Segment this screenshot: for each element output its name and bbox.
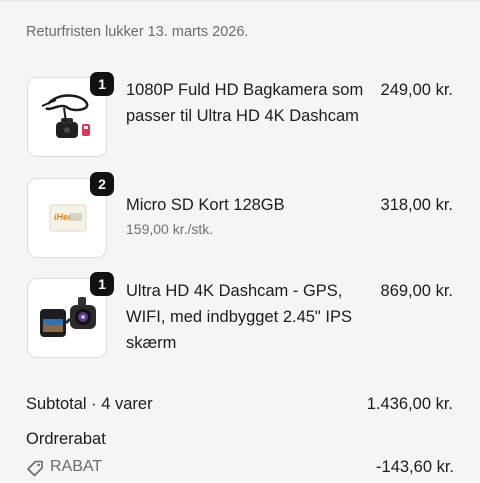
product-title: Micro SD Kort 128GB <box>126 196 285 214</box>
subtotal-label: Subtotal · 4 varer <box>26 395 153 413</box>
quantity-badge: 1 <box>90 72 114 96</box>
subtotal-value: 1.436,00 kr. <box>366 395 453 413</box>
return-deadline-note: Returfristen lukker 13. marts 2026. <box>26 24 249 40</box>
line-price: 869,00 kr. <box>380 282 453 300</box>
quantity-badge: 1 <box>90 272 114 296</box>
discount-row: RABAT -143,60 kr. <box>26 458 454 480</box>
product-title: 1080P Fuld HD Bagkamera som passer til U… <box>126 81 364 125</box>
line-price: 249,00 kr. <box>380 81 453 99</box>
unit-price: 159,00 kr./stk. <box>126 221 214 237</box>
quantity-badge: 2 <box>90 172 114 196</box>
order-discount-label: Ordrerabat <box>26 430 106 448</box>
order-summary-panel: Returfristen lukker 13. marts 2026. 1 10… <box>0 0 480 481</box>
product-title: Ultra HD 4K Dashcam - GPS, WIFI, med ind… <box>126 282 352 352</box>
discount-code: RABAT <box>50 458 103 475</box>
discount-value: -143,60 kr. <box>376 458 454 476</box>
line-price: 318,00 kr. <box>380 196 453 214</box>
